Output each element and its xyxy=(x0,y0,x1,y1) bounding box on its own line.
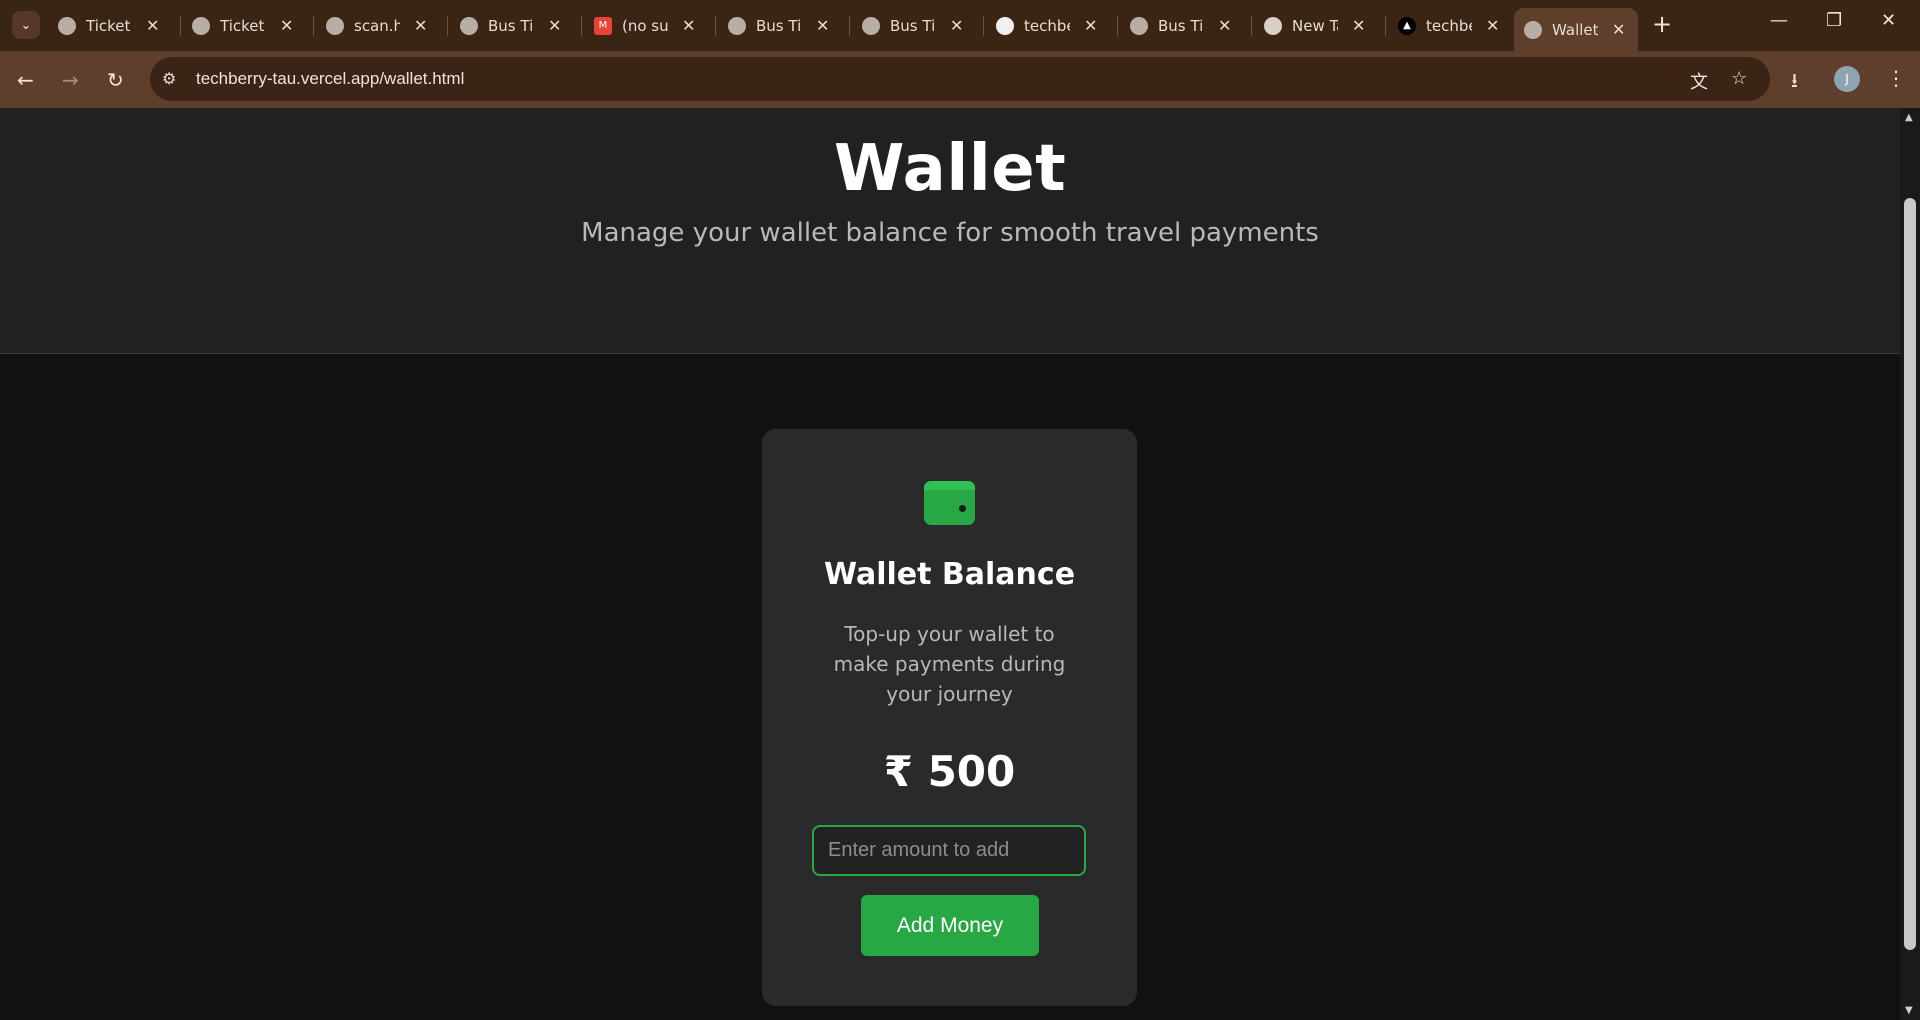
hero-section: Wallet Manage your wallet balance for sm… xyxy=(0,108,1900,354)
download-icon[interactable]: ⭳ xyxy=(1791,66,1798,100)
page-viewport: Wallet Manage your wallet balance for sm… xyxy=(0,108,1900,1020)
scroll-down-arrow-icon[interactable]: ▼ xyxy=(1905,1005,1913,1016)
balance-amount: ₹ 500 xyxy=(883,747,1016,796)
tab-11[interactable]: ▲techbe✕ xyxy=(1388,8,1499,43)
add-money-button[interactable]: Add Money xyxy=(861,895,1039,956)
tab-1[interactable]: Ticket ✕ xyxy=(48,8,159,43)
back-arrow-icon[interactable]: ← xyxy=(17,68,34,92)
tab-8[interactable]: techbe✕ xyxy=(986,8,1097,43)
globe-icon xyxy=(326,16,344,35)
new-tab-icon[interactable]: + xyxy=(1652,10,1672,38)
close-tab-icon[interactable]: ✕ xyxy=(816,16,829,35)
page-subtitle: Manage your wallet balance for smooth tr… xyxy=(581,218,1319,248)
profile-avatar[interactable]: J xyxy=(1834,66,1860,92)
browser-toolbar: ← → ↻ ⚙ techberry-tau.vercel.app/wallet.… xyxy=(0,51,1920,108)
tab-3[interactable]: scan.ht✕ xyxy=(316,8,427,43)
close-window-icon[interactable]: ✕ xyxy=(1881,10,1896,31)
globe-icon xyxy=(1130,16,1148,35)
close-tab-icon[interactable]: ✕ xyxy=(146,16,159,35)
wallet-icon xyxy=(924,481,975,525)
menu-kebab-icon[interactable]: ⋮ xyxy=(1886,66,1906,90)
minimize-icon[interactable]: — xyxy=(1770,10,1788,31)
close-tab-icon[interactable]: ✕ xyxy=(414,16,427,35)
scroll-up-arrow-icon[interactable]: ▲ xyxy=(1905,112,1913,123)
restore-icon[interactable]: ❐ xyxy=(1826,10,1842,31)
wallet-card: Wallet Balance Top-up your wallet to mak… xyxy=(762,429,1137,1006)
url-text[interactable]: techberry-tau.vercel.app/wallet.html xyxy=(196,69,464,89)
translate-icon[interactable]: 文 xyxy=(1690,68,1708,94)
tab-10[interactable]: New Ta✕ xyxy=(1254,8,1365,43)
close-tab-icon[interactable]: ✕ xyxy=(548,16,561,35)
bookmark-star-icon[interactable]: ☆ xyxy=(1731,68,1747,89)
close-tab-icon[interactable]: ✕ xyxy=(682,16,695,35)
gmail-icon: M xyxy=(594,16,612,35)
amount-input[interactable] xyxy=(812,825,1086,876)
tab-search-chevron-icon[interactable]: ⌄ xyxy=(12,11,40,39)
globe-icon xyxy=(460,16,478,35)
globe-icon xyxy=(192,16,210,35)
close-tab-icon[interactable]: ✕ xyxy=(280,16,293,35)
tab-strip: ⌄ Ticket✕ Ticket✕ scan.ht✕ Bus Tic✕ M(no… xyxy=(0,0,1920,51)
tab-6[interactable]: Bus Tic✕ xyxy=(718,8,829,43)
scroll-thumb[interactable] xyxy=(1904,198,1916,950)
tab-7[interactable]: Bus Tic✕ xyxy=(852,8,963,43)
close-tab-icon[interactable]: ✕ xyxy=(1486,16,1499,35)
page-title: Wallet xyxy=(833,132,1067,206)
forward-arrow-icon[interactable]: → xyxy=(62,68,79,92)
close-tab-icon[interactable]: ✕ xyxy=(1352,16,1365,35)
tab-4[interactable]: Bus Tic✕ xyxy=(450,8,561,43)
close-tab-icon[interactable]: ✕ xyxy=(1218,16,1231,35)
tab-5[interactable]: M (no sul ✕ xyxy=(584,8,695,43)
page-scrollbar[interactable]: ▲ ▼ xyxy=(1900,108,1920,1020)
wallet-balance-title: Wallet Balance xyxy=(823,557,1076,592)
globe-icon xyxy=(728,16,746,35)
close-tab-icon[interactable]: ✕ xyxy=(1612,20,1625,39)
tab-9[interactable]: Bus Tic✕ xyxy=(1120,8,1231,43)
globe-icon xyxy=(862,16,880,35)
wallet-description: Top-up your wallet to make payments duri… xyxy=(833,622,1066,706)
close-tab-icon[interactable]: ✕ xyxy=(1084,16,1097,35)
reload-icon[interactable]: ↻ xyxy=(107,68,124,92)
vercel-icon: ▲ xyxy=(1398,16,1416,35)
site-info-icon[interactable]: ⚙ xyxy=(162,69,176,88)
close-tab-icon[interactable]: ✕ xyxy=(950,16,963,35)
address-bar[interactable]: ⚙ techberry-tau.vercel.app/wallet.html 文… xyxy=(150,57,1770,101)
github-icon xyxy=(996,16,1014,35)
chrome-icon xyxy=(1264,16,1282,35)
tab-2[interactable]: Ticket ✕ xyxy=(182,8,293,43)
globe-icon xyxy=(58,16,76,35)
tab-12-active[interactable]: Wallet ✕ xyxy=(1514,8,1638,51)
globe-icon xyxy=(1524,20,1542,39)
